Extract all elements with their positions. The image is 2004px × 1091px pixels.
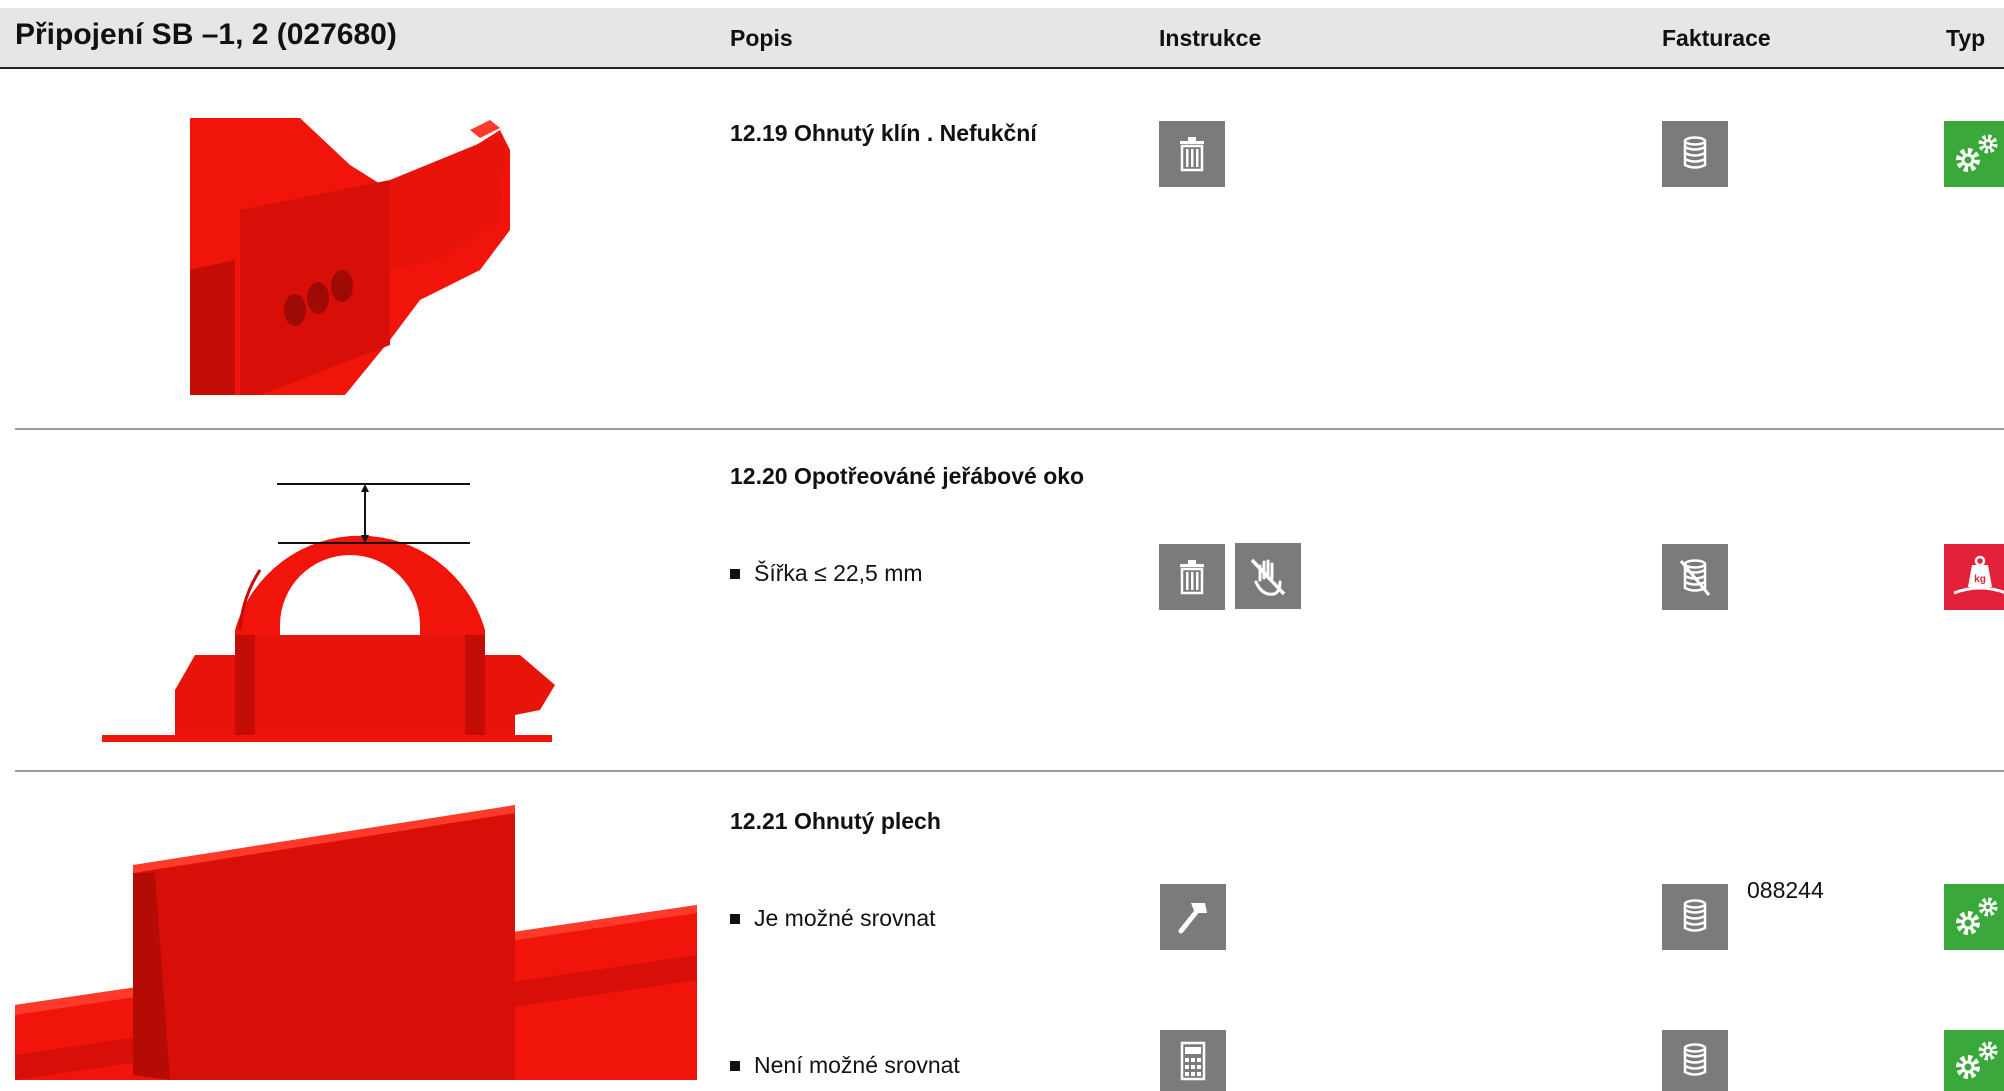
coin-stack-icon [1662, 121, 1728, 187]
column-header-instrukce: Instrukce [1159, 25, 1262, 51]
page-title: Připojení SB –1, 2 (027680) [15, 18, 397, 51]
coin-stack-crossed-icon [1662, 544, 1728, 610]
row-divider [15, 770, 2004, 772]
coin-stack-icon [1662, 1030, 1728, 1091]
bullet-icon [730, 914, 740, 924]
part-number: 088244 [1747, 877, 1824, 903]
table-header: Připojení SB –1, 2 (027680) Popis Instru… [0, 8, 2004, 69]
list-item: Není možné srovnat [730, 1052, 960, 1079]
list-item: Šířka ≤ 22,5 mm [730, 560, 923, 587]
bullet-icon [730, 1061, 740, 1071]
trash-icon [1159, 121, 1225, 187]
gears-icon [1944, 121, 2004, 187]
row-divider [15, 428, 2004, 430]
gears-icon [1944, 1030, 2004, 1091]
hammer-icon [1160, 884, 1226, 950]
column-header-popis: Popis [730, 25, 793, 51]
list-item: Je možné srovnat [730, 905, 936, 932]
column-header-fakturace: Fakturace [1662, 25, 1771, 51]
row-title: 12.20 Opotřeováné jeřábové oko [730, 463, 1085, 489]
no-hand-icon [1235, 543, 1301, 609]
column-header-typ: Typ [1946, 25, 1986, 51]
bullet-icon [730, 569, 740, 579]
gears-icon [1944, 884, 2004, 950]
crane-eye-image [102, 483, 555, 742]
bullet-text: Šířka ≤ 22,5 mm [754, 560, 923, 586]
svg-text:kg: kg [1974, 574, 1986, 585]
bent-wedge-image [190, 118, 510, 395]
coin-stack-icon [1662, 884, 1728, 950]
row-title: 12.21 Ohnutý plech [730, 808, 941, 834]
calculator-icon [1160, 1030, 1226, 1091]
bent-sheet-image [15, 805, 697, 1080]
bullet-text: Je možné srovnat [754, 905, 936, 931]
row-title: 12.19 Ohnutý klín . Nefukční [730, 120, 1037, 146]
bullet-text: Není možné srovnat [754, 1052, 960, 1078]
weight-kg-icon: kg [1944, 544, 2004, 610]
trash-icon [1159, 544, 1225, 610]
